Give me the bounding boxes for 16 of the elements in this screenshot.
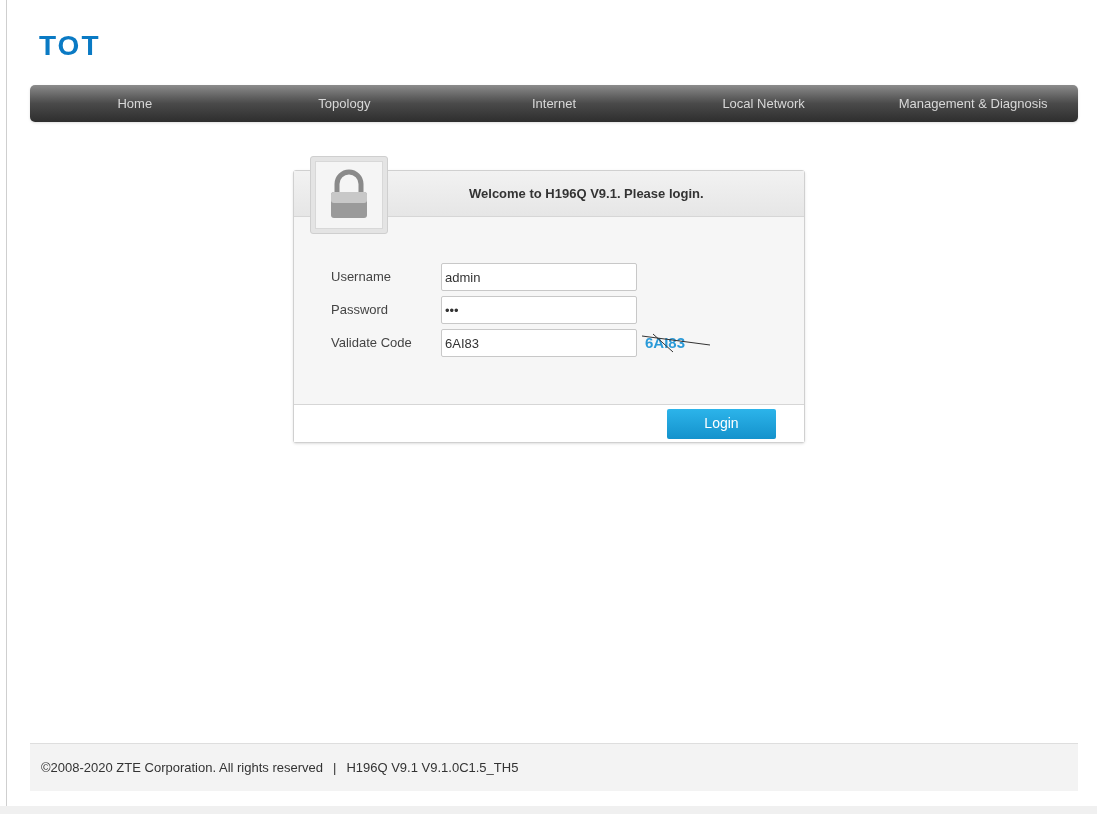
nav-link[interactable]: Management & Diagnosis [868,93,1078,114]
nav-link[interactable]: Home [30,93,240,114]
input-field[interactable]: admin [441,263,637,291]
nav-link[interactable]: Local Network [658,93,869,114]
input-field[interactable]: ••• [441,296,637,324]
field-label: Validate Code [331,334,413,353]
version-text: H196Q V9.1 V9.1.0C1.5_TH5 [346,758,519,777]
nav-link[interactable]: Topology [239,93,450,114]
field-label: Username [331,268,392,287]
copyright-text: ©2008-2020 ZTE Corporation. All rights reserved [41,758,323,777]
separator-text: | [333,758,337,777]
field-label: Password [331,301,390,320]
input-field[interactable]: 6AI83 [441,329,637,357]
nav-link[interactable]: Internet [449,93,659,114]
logo: TOT [39,30,101,61]
login-title: Welcome to H196Q V9.1. Please login. [469,184,704,203]
